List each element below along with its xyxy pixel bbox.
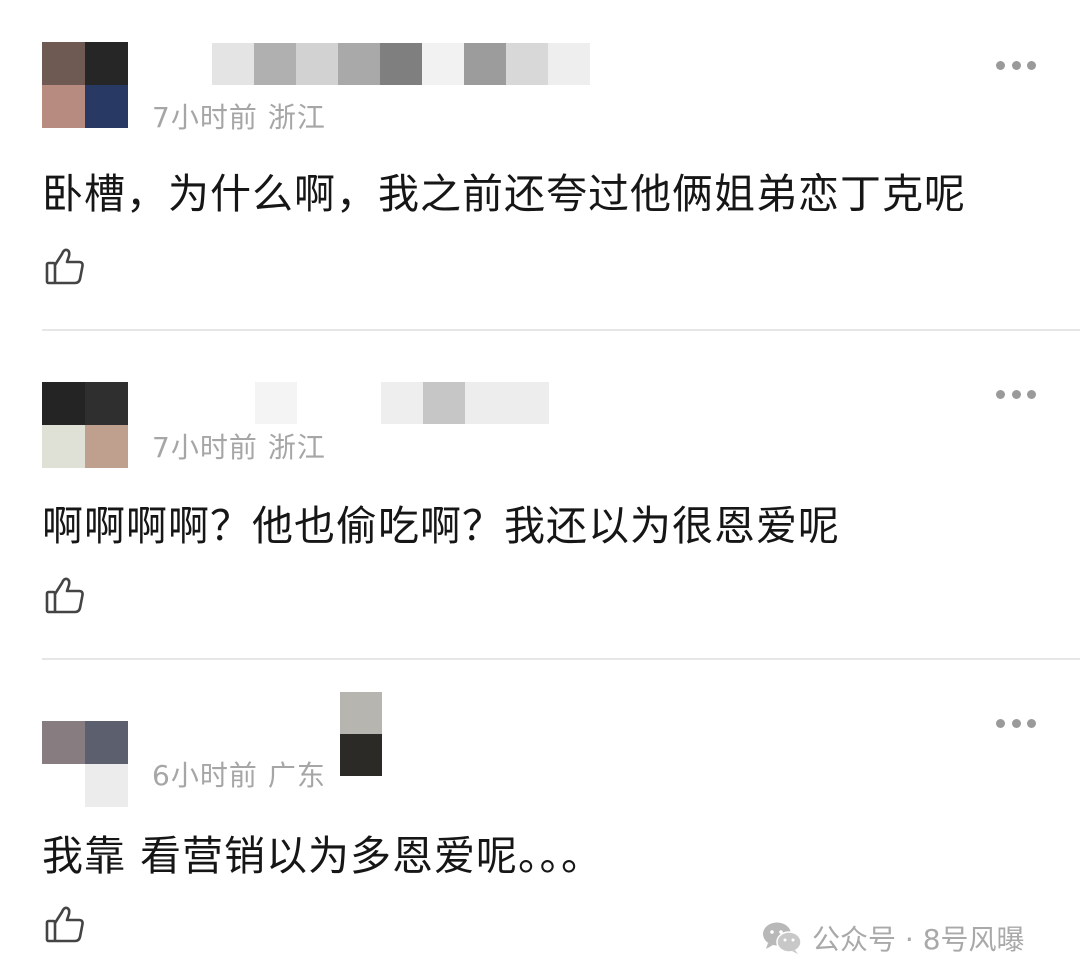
more-dot — [1027, 718, 1036, 728]
like-button[interactable] — [44, 903, 86, 945]
comment-text: 啊啊啊啊？他也偷吃啊？我还以为很恩爱呢 — [42, 502, 840, 550]
comment-text: 卧槽，为什么啊，我之前还夸过他俩姐弟恋丁克呢 — [42, 170, 966, 218]
watermark: 公众号 · 8号风曝 — [762, 918, 1025, 958]
comment-item: 7小时前 浙江 卧槽，为什么啊，我之前还夸过他俩姐弟恋丁克呢 — [0, 0, 1080, 330]
wechat-icon — [763, 922, 802, 954]
comment-location: 浙江 — [267, 431, 326, 464]
like-button[interactable] — [44, 574, 86, 616]
comment-location: 广东 — [267, 759, 326, 792]
comment-location: 浙江 — [267, 101, 326, 134]
more-dot — [1011, 718, 1021, 728]
watermark-text: 公众号 · 8号风曝 — [812, 923, 1025, 956]
more-dots-icon — [996, 60, 1005, 70]
comment-item: 7小时前 浙江 啊啊啊啊？他也偷吃啊？我还以为很恩爱呢 — [0, 330, 1080, 660]
thumbs-up-icon — [45, 248, 84, 285]
username-blurred[interactable] — [340, 692, 382, 776]
comment-time: 7小时前 — [152, 101, 258, 134]
more-dot — [1011, 389, 1021, 399]
more-dot — [1027, 60, 1036, 70]
thumbs-up-icon — [45, 906, 84, 943]
comment-meta: 7小时前 浙江 — [152, 426, 326, 466]
avatar[interactable] — [42, 42, 128, 128]
more-dot — [1011, 60, 1021, 70]
more-options-button[interactable] — [996, 59, 1036, 71]
avatar[interactable] — [42, 382, 128, 468]
comment-time: 7小时前 — [152, 431, 258, 464]
comment-meta: 7小时前 浙江 — [152, 96, 326, 136]
more-options-button[interactable] — [996, 717, 1036, 729]
more-dots-icon — [996, 389, 1005, 399]
comment-text: 我靠 看营销以为多恩爱呢。。。 — [42, 832, 604, 880]
more-dot — [1027, 389, 1036, 399]
comment-time: 6小时前 — [152, 759, 258, 792]
thumbs-up-icon — [45, 577, 84, 614]
username-blurred[interactable] — [170, 43, 590, 85]
username-blurred[interactable] — [255, 382, 549, 424]
avatar[interactable] — [42, 721, 128, 807]
more-options-button[interactable] — [996, 388, 1036, 400]
more-dots-icon — [996, 718, 1005, 728]
like-button[interactable] — [44, 245, 86, 287]
comment-meta: 6小时前 广东 — [152, 754, 326, 794]
